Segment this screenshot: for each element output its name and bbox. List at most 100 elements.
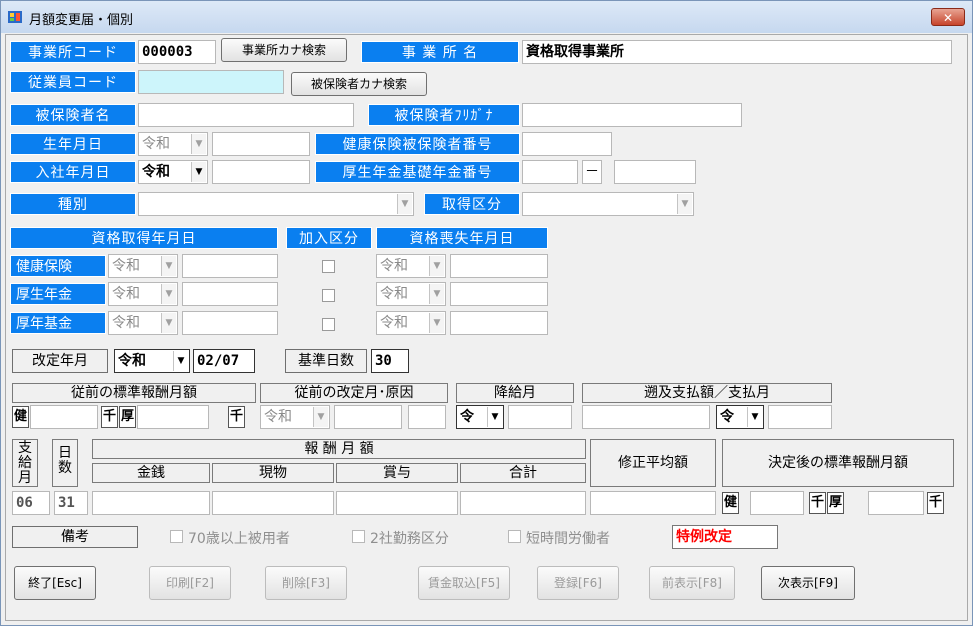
qual-health-loss-date[interactable] — [450, 254, 548, 278]
bonus-input[interactable] — [336, 491, 458, 515]
qual-health-acq-era[interactable]: 令和 ▼ — [108, 254, 178, 278]
in-kind-header: 現物 — [212, 463, 334, 483]
qual-pension-acq-era[interactable]: 令和 ▼ — [108, 282, 178, 306]
prev-revision-month-input[interactable] — [334, 405, 402, 429]
insured-kana-input[interactable] — [522, 103, 742, 127]
revision-era-select[interactable]: 令和 ▼ — [114, 349, 190, 373]
birth-era-value: 令和 — [142, 136, 170, 152]
birth-era-select[interactable]: 令和 ▼ — [138, 132, 208, 156]
prev-display-button[interactable]: 前表示[F8] — [649, 566, 735, 600]
insured-name-input[interactable] — [138, 103, 354, 127]
office-kana-search-button[interactable]: 事業所カナ検索 — [221, 38, 347, 62]
pension-no-label: 厚生年金基礎年金番号 — [315, 161, 520, 183]
qual-pension-acq-date[interactable] — [182, 282, 278, 306]
retro-month-input[interactable] — [768, 405, 832, 429]
insured-kana-search-button[interactable]: 被保険者カナ検索 — [291, 72, 427, 96]
short-time-checkbox[interactable] — [508, 530, 521, 543]
decided-kou-input[interactable] — [868, 491, 924, 515]
prev-ken-sen-box: 千 — [101, 406, 118, 428]
days-input[interactable]: 31 — [54, 491, 88, 515]
prev-revision-header: 従前の改定月･原因 — [260, 383, 448, 403]
era-value: 令和 — [380, 315, 408, 331]
prev-ken-box: 健 — [12, 406, 29, 428]
retro-era-select[interactable]: 令 ▼ — [716, 405, 764, 429]
qual-pension-loss-era[interactable]: 令和 ▼ — [376, 282, 446, 306]
prev-revision-cause-input[interactable] — [408, 405, 446, 429]
in-kind-input[interactable] — [212, 491, 334, 515]
prev-kou-sen-box: 千 — [228, 406, 245, 428]
chevron-down-icon: ▼ — [313, 407, 328, 427]
adjusted-average-input[interactable] — [590, 491, 716, 515]
era-value: 令和 — [112, 315, 140, 331]
short-time-label: 短時間労働者 — [526, 531, 610, 547]
print-button[interactable]: 印刷[F2] — [149, 566, 231, 600]
office-code-input[interactable]: 000003 — [138, 40, 216, 64]
insured-name-label: 被保険者名 — [10, 104, 136, 126]
prev-kou-input[interactable] — [137, 405, 209, 429]
hire-date-label: 入社年月日 — [10, 161, 136, 183]
qual-row-pension-label: 厚生年金 — [10, 283, 106, 305]
birth-date-input[interactable] — [212, 132, 310, 156]
office-name-input[interactable]: 資格取得事業所 — [522, 40, 952, 64]
pay-drop-month-input[interactable] — [508, 405, 572, 429]
decided-ken-input[interactable] — [750, 491, 804, 515]
qual-pension-loss-date[interactable] — [450, 282, 548, 306]
chevron-down-icon: ▼ — [429, 256, 444, 276]
qual-row-fund-label: 厚年基金 — [10, 312, 106, 334]
qual-health-join-checkbox[interactable] — [322, 260, 335, 273]
hire-era-select[interactable]: 令和 ▼ — [138, 160, 208, 184]
chevron-down-icon: ▼ — [191, 162, 206, 182]
chevron-down-icon: ▼ — [487, 407, 502, 427]
special-revision-field[interactable]: 特例改定 — [672, 525, 778, 549]
app-window: 月額変更届・個別 ✕ 事業所コード 000003 事業所カナ検索 事 業 所 名… — [0, 0, 973, 626]
acquisition-type-select[interactable]: ▼ — [522, 192, 694, 216]
prev-revision-era-select[interactable]: 令和 ▼ — [260, 405, 330, 429]
window-title: 月額変更届・個別 — [29, 13, 134, 28]
pension-no-part2[interactable] — [614, 160, 696, 184]
office-name-label: 事 業 所 名 — [361, 41, 519, 63]
loss-date-header: 資格喪失年月日 — [376, 227, 548, 249]
over70-label: 70歳以上被用者 — [188, 531, 290, 547]
exit-button[interactable]: 終了[Esc] — [14, 566, 96, 600]
qual-fund-acq-date[interactable] — [182, 311, 278, 335]
decided-kou-sen-box: 千 — [927, 492, 944, 514]
pay-drop-era-select[interactable]: 令 ▼ — [456, 405, 504, 429]
prev-ken-input[interactable] — [30, 405, 98, 429]
register-button[interactable]: 登録[F6] — [537, 566, 619, 600]
decided-standard-header: 決定後の標準報酬月額 — [722, 439, 954, 487]
cash-input[interactable] — [92, 491, 210, 515]
qual-fund-join-checkbox[interactable] — [322, 318, 335, 331]
qual-fund-loss-date[interactable] — [450, 311, 548, 335]
health-ins-no-input[interactable] — [522, 132, 612, 156]
pay-month-input[interactable]: 06 — [12, 491, 50, 515]
category-label: 種別 — [10, 193, 136, 215]
delete-button[interactable]: 削除[F3] — [265, 566, 347, 600]
qual-fund-loss-era[interactable]: 令和 ▼ — [376, 311, 446, 335]
revision-month-input[interactable]: 02/07 — [193, 349, 255, 373]
category-select[interactable]: ▼ — [138, 192, 414, 216]
employee-code-input[interactable] — [138, 70, 284, 94]
era-value: 令 — [720, 409, 734, 425]
two-offices-checkbox[interactable] — [352, 530, 365, 543]
qual-health-acq-date[interactable] — [182, 254, 278, 278]
decided-ken-sen-box: 千 — [809, 492, 826, 514]
over70-checkbox[interactable] — [170, 530, 183, 543]
qual-pension-join-checkbox[interactable] — [322, 289, 335, 302]
close-button[interactable]: ✕ — [931, 8, 965, 26]
hire-date-input[interactable] — [212, 160, 310, 184]
next-display-button[interactable]: 次表示[F9] — [761, 566, 855, 600]
join-type-header: 加入区分 — [286, 227, 372, 249]
qual-fund-acq-era[interactable]: 令和 ▼ — [108, 311, 178, 335]
base-days-input[interactable]: 30 — [371, 349, 409, 373]
total-input[interactable] — [460, 491, 586, 515]
era-value: 令和 — [380, 286, 408, 302]
pay-drop-header: 降給月 — [456, 383, 574, 403]
era-value: 令 — [460, 409, 474, 425]
import-wages-button[interactable]: 賃金取込[F5] — [418, 566, 510, 600]
era-value: 令和 — [264, 409, 292, 425]
pension-no-part1[interactable] — [522, 160, 578, 184]
health-ins-no-label: 健康保険被保険者番号 — [315, 133, 520, 155]
qual-health-loss-era[interactable]: 令和 ▼ — [376, 254, 446, 278]
retro-amount-input[interactable] — [582, 405, 710, 429]
era-value: 令和 — [112, 286, 140, 302]
